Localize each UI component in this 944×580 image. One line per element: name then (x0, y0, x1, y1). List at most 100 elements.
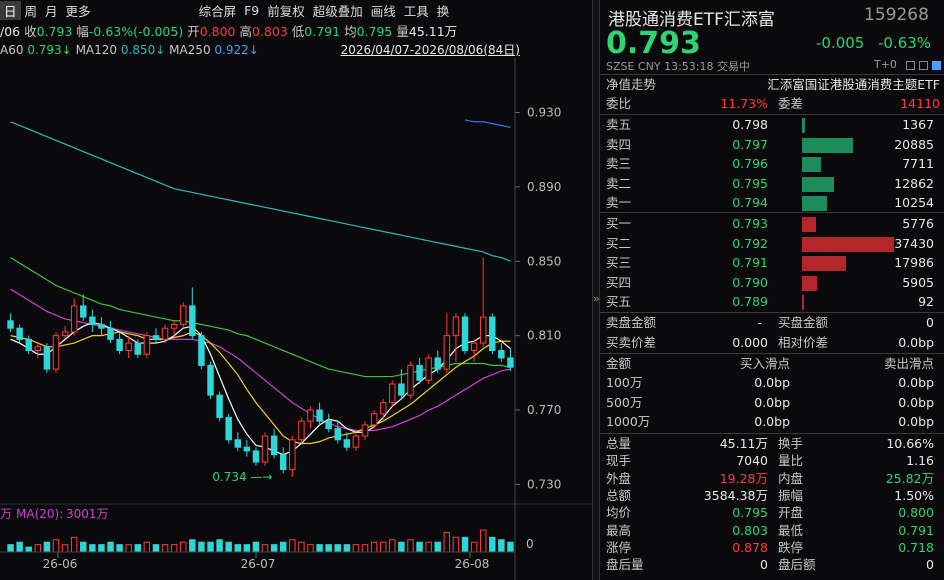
bid-level-label: 买二 (606, 235, 632, 251)
ask-level[interactable]: 卖五 0.798 1367 (606, 116, 940, 134)
ask-level[interactable]: 卖一 0.794 10254 (606, 194, 940, 212)
volume-ma-label: MA(20): (16, 507, 63, 521)
date-range[interactable]: 2026/04/07-2026/08/06(84日) (341, 43, 520, 57)
candle-body (461, 316, 469, 352)
volume-bar (379, 541, 387, 553)
chart-toolbar: 日 周 月 更多 综合屏 F9 前复权 超级叠加 画线 工具 换 (0, 0, 592, 20)
bid-level[interactable]: 买四 0.790 5905 (606, 274, 940, 292)
volume-bar (207, 541, 214, 553)
bid-volume-bar (802, 256, 847, 271)
volume-bar (216, 539, 223, 553)
adjust-button[interactable]: 前复权 (263, 1, 309, 20)
config-icon[interactable] (906, 61, 915, 70)
volume-bar (434, 541, 441, 553)
stat-value: 7040 (736, 453, 768, 469)
volume-bar (52, 539, 60, 553)
panel-divider[interactable]: » (592, 0, 600, 580)
tools-button[interactable]: 工具 (400, 1, 433, 20)
stat-label: 总量 (606, 436, 632, 451)
bid-level[interactable]: 买三 0.791 17986 (606, 254, 940, 272)
stat-value: 0.878 (732, 539, 768, 555)
slip-amount-header: 金额 (606, 356, 632, 371)
period-week-tab[interactable]: 周 (21, 1, 42, 20)
bid-volume-bar (802, 217, 817, 232)
candle-body (243, 446, 251, 452)
stat-value: 10.66% (886, 436, 934, 451)
amount-row: 卖盘金额 - 买盘金额 0 (606, 314, 940, 332)
panel-tools (906, 58, 942, 70)
x-tick-label: 26-08 (455, 557, 490, 571)
bid-price: 0.789 (732, 294, 768, 309)
ma60-value: 0.793↓ (27, 43, 72, 57)
ask-price: 0.797 (732, 136, 768, 152)
stat-value: 45.11万 (719, 436, 768, 451)
bid-volume: 5905 (902, 274, 934, 290)
overlay-button[interactable]: 超级叠加 (309, 1, 367, 20)
bid-level-label: 买一 (606, 216, 632, 231)
draw-line-button[interactable]: 画线 (367, 1, 400, 20)
candle-body (234, 439, 242, 448)
nav-trend-link[interactable]: 净值走势 (606, 76, 656, 94)
volume-bar (307, 544, 314, 553)
open-label: 开 (187, 24, 200, 39)
stat-value: 0.795 (732, 505, 768, 521)
low-arrow: —→ (250, 470, 272, 484)
ma250-line (464, 119, 511, 128)
volume-bar (125, 544, 132, 553)
spread-row: 买卖价差 0.000 相对价差 0.0bp (606, 334, 940, 352)
security-code: 159268 (864, 5, 929, 25)
composite-screen-button[interactable]: 综合屏 (195, 1, 241, 20)
candle-body (316, 409, 323, 422)
candle-body (416, 364, 423, 381)
bid-level[interactable]: 买二 0.792 37430 (606, 235, 940, 253)
volume-bar (398, 541, 405, 553)
ask-level-label: 卖二 (606, 175, 632, 191)
rel-spread-value: 0.0bp (898, 335, 934, 350)
period-month-tab[interactable]: 月 (41, 1, 62, 20)
more-periods-button[interactable]: 更多 (62, 1, 95, 20)
webi-row: 委比 11.73% 委差 14110 (606, 95, 940, 113)
date-label: /06 (0, 24, 21, 39)
bid-price: 0.793 (732, 216, 768, 231)
f9-button[interactable]: F9 (240, 3, 263, 18)
y-tick-label: 0.930 (527, 105, 561, 119)
volume-bar (461, 536, 469, 553)
period-day-tab[interactable]: 日 (0, 0, 21, 20)
candle-body (398, 383, 405, 396)
stat-row: 外盘 19.28万 内盘 25.82万 (606, 470, 940, 487)
kline-chart[interactable]: 0.930 0.890 0.850 0.810 0.770 0.730 0.734 —→ 万 MA… (0, 58, 592, 580)
volume-bar (261, 544, 269, 553)
ask-volume-bar (802, 118, 806, 133)
ask-level[interactable]: 卖二 0.795 12862 (606, 175, 940, 193)
swap-button[interactable]: 换 (433, 1, 454, 20)
volume-bar (180, 541, 187, 553)
candle-body (370, 413, 378, 426)
collapse-icon[interactable]: » (593, 292, 600, 305)
plus-icon[interactable] (931, 61, 941, 70)
sell-amount-value: - (757, 315, 762, 330)
slip-sell: 0.0bp (898, 414, 934, 429)
minus-icon[interactable] (918, 61, 928, 70)
ask-level[interactable]: 卖三 0.796 7711 (606, 155, 940, 173)
ask-level[interactable]: 卖四 0.797 20885 (606, 136, 940, 154)
candle-body (98, 323, 105, 329)
stat-label: 内盘 (778, 470, 804, 486)
candle-body (161, 327, 169, 340)
close-value: 0.793 (36, 24, 73, 39)
bid-level[interactable]: 买一 0.793 5776 (606, 215, 940, 233)
ma120-line (10, 121, 511, 262)
candle-body (170, 323, 178, 329)
candle-body (70, 305, 78, 333)
bid-level[interactable]: 买五 0.789 92 (606, 293, 940, 311)
volume-bar (43, 541, 51, 553)
ask-volume: 1367 (902, 117, 934, 132)
bid-volume-bar (802, 275, 817, 291)
stat-row: 总额 3584.38万 振幅 1.50% (606, 487, 940, 504)
stat-label: 现手 (606, 453, 632, 469)
low-marker: 0.734 (212, 470, 246, 484)
ma250-value: 0.922↓ (214, 43, 259, 57)
ma120-label: MA120 (75, 43, 118, 57)
bid-volume: 5776 (902, 216, 934, 231)
slippage-header: 金额 买入滑点 卖出滑点 (606, 355, 940, 373)
ask-level-label: 卖一 (606, 195, 632, 210)
